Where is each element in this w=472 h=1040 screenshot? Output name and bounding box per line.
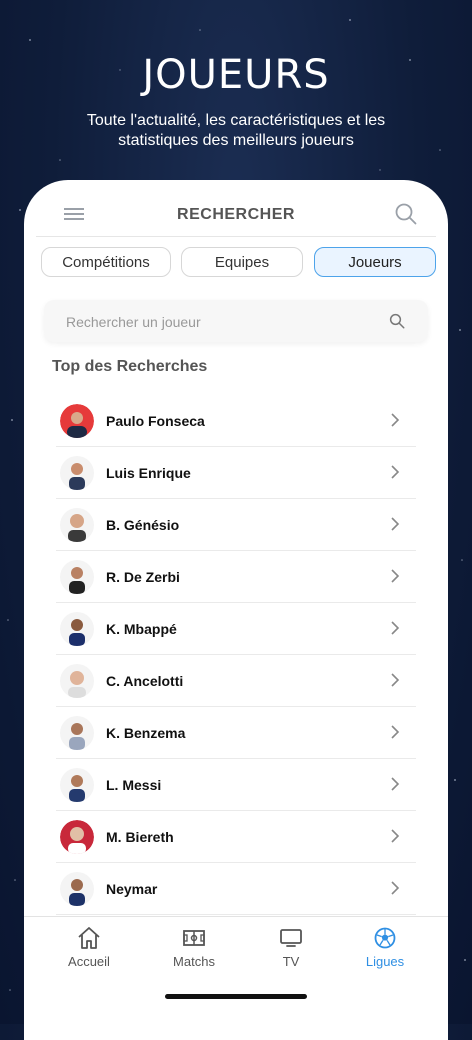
player-name: K. Benzema [106,724,186,741]
page-hero-subtitle: Toute l'actualité, les caractéristiques … [86,112,386,149]
tab-joueurs[interactable]: Joueurs [314,247,436,277]
chevron-right-icon [391,621,400,635]
section-title: Top des Recherches [52,358,208,375]
category-tabs: Compétitions Equipes Joueurs [41,247,436,279]
chevron-right-icon [391,517,400,531]
page-hero-title: JOUEURS [142,52,330,98]
player-name: M. Biereth [106,828,174,845]
search-icon[interactable] [388,312,406,330]
nav-tv[interactable]: TV [246,926,336,969]
nav-label: Accueil [68,954,110,969]
phone-screen: RECHERCHER Compétitions Equipes Joueurs … [24,180,448,1040]
bottom-nav-divider [24,916,448,917]
player-avatar [60,767,94,802]
player-row[interactable]: Paulo Fonseca [56,395,416,447]
top-bar: RECHERCHER [24,180,448,242]
pitch-icon [183,930,205,946]
home-icon [78,927,100,949]
player-name: Paulo Fonseca [106,412,205,429]
player-avatar [60,715,94,750]
tab-competitions[interactable]: Compétitions [41,247,171,277]
nav-label: TV [282,954,300,969]
player-avatar [60,455,94,490]
player-row[interactable]: R. De Zerbi [56,551,416,603]
chevron-right-icon [391,725,400,739]
player-avatar [60,559,94,594]
nav-ligues[interactable]: Ligues [340,926,430,969]
player-row[interactable]: Luis Enrique [56,447,416,499]
soccer-ball-icon [374,927,396,949]
player-avatar [60,403,94,438]
player-avatar [60,819,94,854]
player-avatar [60,871,94,906]
player-avatar [60,663,94,698]
search-icon[interactable] [394,202,418,226]
chevron-right-icon [391,777,400,791]
player-name: K. Mbappé [106,620,177,637]
player-list: Paulo Fonseca Luis Enrique B. Génésio R.… [56,395,416,915]
nav-label: Ligues [365,954,405,969]
player-row[interactable]: K. Benzema [56,707,416,759]
bottom-navigation: Accueil Matchs TV Ligues [24,922,448,982]
player-name: Luis Enrique [106,464,191,481]
player-name: Neymar [106,880,158,897]
player-search-input[interactable] [64,300,378,344]
tab-equipes[interactable]: Equipes [181,247,303,277]
chevron-right-icon [391,881,400,895]
nav-accueil[interactable]: Accueil [44,926,134,969]
player-row[interactable]: B. Génésio [56,499,416,551]
player-row[interactable]: L. Messi [56,759,416,811]
screen-title: RECHERCHER [177,206,295,223]
player-row[interactable]: K. Mbappé [56,603,416,655]
header-divider [36,236,436,237]
chevron-right-icon [391,673,400,687]
tv-icon [280,929,302,947]
player-avatar [60,611,94,646]
player-name: L. Messi [106,776,162,793]
home-indicator[interactable] [165,994,307,999]
player-name: C. Ancelotti [106,672,184,689]
chevron-right-icon [391,465,400,479]
player-search-box [44,300,428,344]
player-row[interactable]: Neymar [56,863,416,915]
chevron-right-icon [391,413,400,427]
nav-matchs[interactable]: Matchs [149,926,239,969]
player-name: B. Génésio [106,516,180,533]
player-avatar [60,507,94,542]
player-row[interactable]: C. Ancelotti [56,655,416,707]
chevron-right-icon [391,829,400,843]
chevron-right-icon [391,569,400,583]
player-name: R. De Zerbi [106,568,180,585]
nav-label: Matchs [173,954,215,969]
player-row[interactable]: M. Biereth [56,811,416,863]
